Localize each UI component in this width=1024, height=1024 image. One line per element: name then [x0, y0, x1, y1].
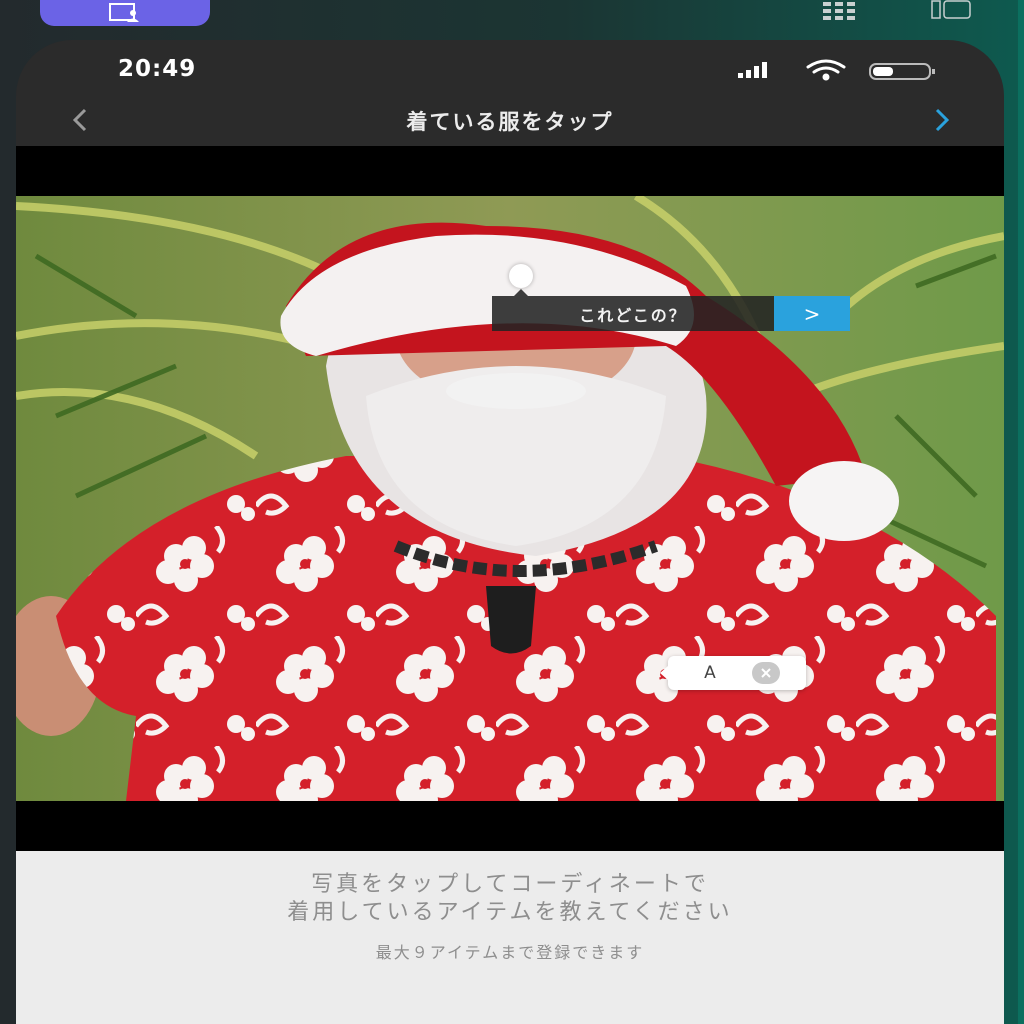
- battery-icon: [869, 63, 935, 80]
- tooltip-question: これどこの？: [492, 296, 774, 331]
- status-icons: [738, 59, 935, 81]
- window-layout-icon[interactable]: [930, 0, 974, 20]
- item-tag-label: A: [704, 663, 716, 683]
- next-button[interactable]: [922, 98, 962, 142]
- host-window-edge: [1018, 0, 1024, 1024]
- item-tooltip[interactable]: これどこの？ >: [492, 289, 850, 331]
- close-icon: [761, 668, 771, 678]
- grid-icon[interactable]: [823, 2, 859, 20]
- status-time: 20:49: [118, 56, 197, 82]
- instruction-panel: 写真をタップしてコーディネートで 着用しているアイテムを教えてください 最大９ア…: [16, 851, 1004, 1024]
- remove-tag-button[interactable]: [752, 662, 780, 684]
- status-bar: 20:49: [16, 40, 1004, 98]
- navigation-bar: 着ている服をタップ: [16, 98, 1004, 146]
- santa-photo-image: [16, 196, 1004, 801]
- phone-screen: 20:49 着ている服をタップ これどこの？ > A 写真をタップしてコーディネ…: [16, 40, 1004, 1024]
- wifi-icon: [806, 59, 846, 81]
- instruction-line-1: 写真をタップしてコーディネートで: [311, 872, 709, 897]
- signal-icon: [738, 62, 767, 78]
- selection-marker[interactable]: [509, 264, 533, 288]
- outfit-photo[interactable]: [16, 196, 1004, 801]
- chevron-right-icon: [935, 108, 950, 132]
- instruction-line-2: 着用しているアイテムを教えてください: [287, 900, 733, 925]
- tooltip-next-button[interactable]: >: [774, 296, 850, 331]
- host-app-button[interactable]: [40, 0, 210, 26]
- item-tag[interactable]: A: [660, 656, 806, 690]
- photo-canvas[interactable]: これどこの？ > A: [16, 146, 1004, 851]
- host-user-icon: [109, 3, 139, 22]
- page-title: 着ている服をタップ: [406, 110, 614, 134]
- instruction-limit-note: 最大９アイテムまで登録できます: [375, 943, 645, 962]
- host-window-bar: [0, 0, 1024, 30]
